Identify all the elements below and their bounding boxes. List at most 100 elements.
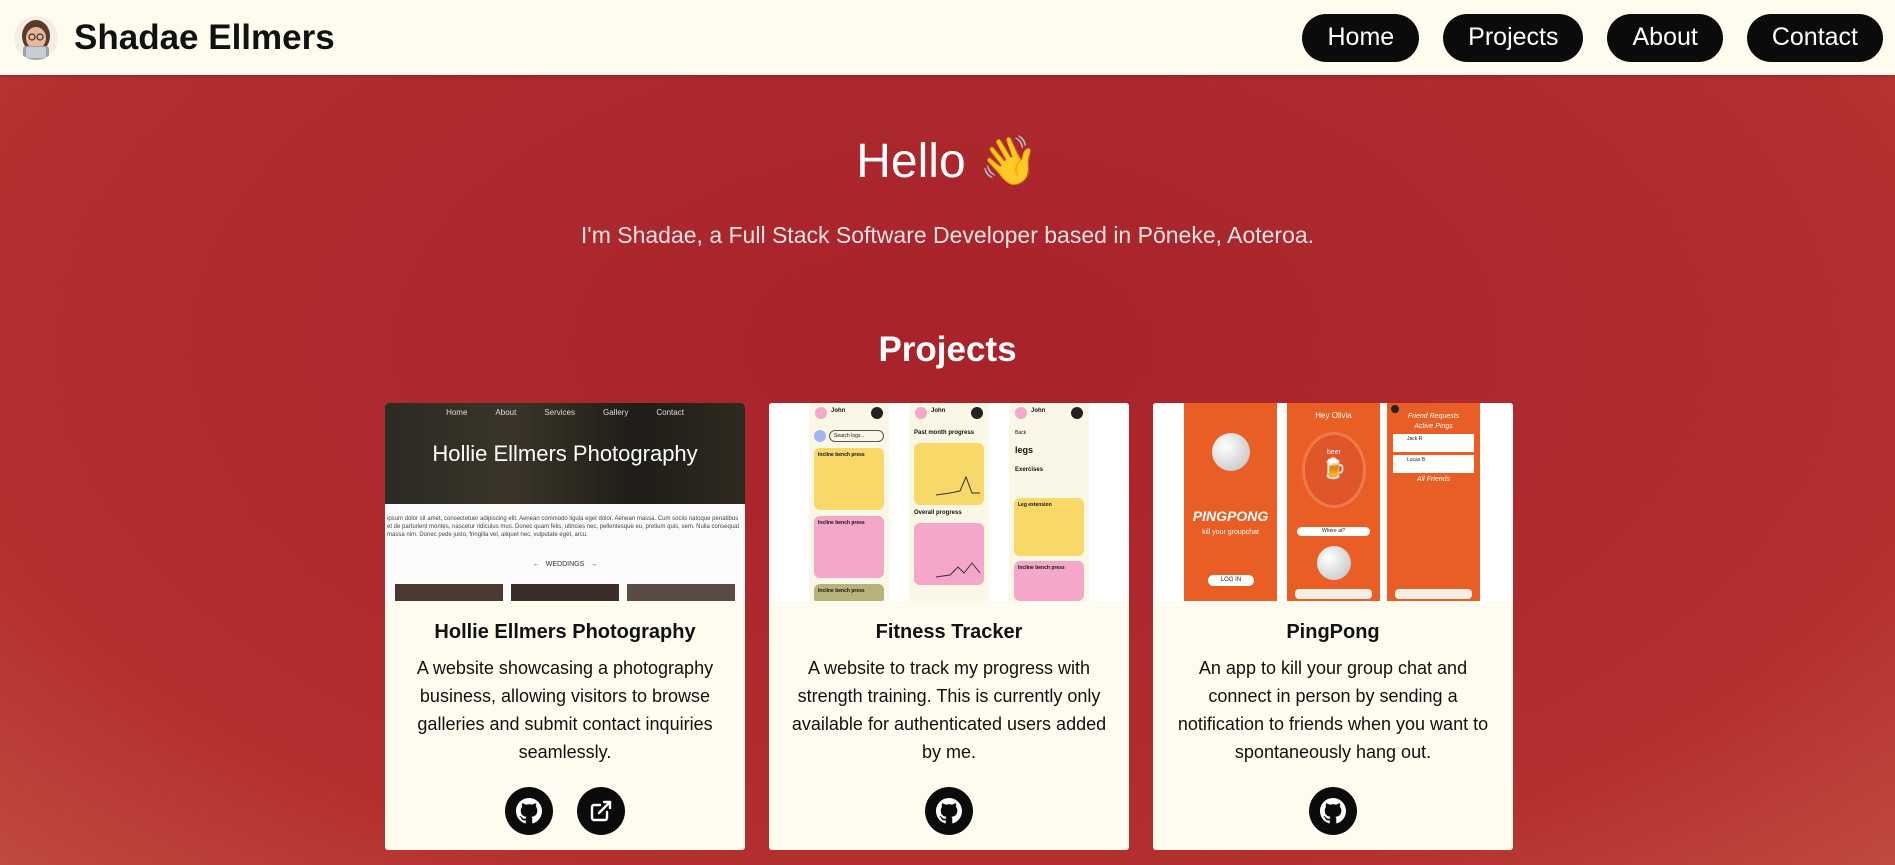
avatar (14, 15, 58, 60)
preview-all-friends: All Friends (1416, 476, 1451, 483)
preview-exercise-title: Incline bench press (1018, 565, 1065, 571)
github-link-button[interactable] (1309, 787, 1357, 835)
project-links (1153, 787, 1513, 835)
preview-carousel-text: WEDDINGS (545, 561, 585, 568)
project-preview-fitness: John Search logs... Incline bench press … (769, 403, 1129, 601)
preview-nav-item: Contact (656, 408, 684, 417)
nav-projects-button[interactable]: Projects (1443, 13, 1584, 62)
profile-icon (1391, 405, 1399, 413)
preview-where-input: Where at? (1297, 527, 1370, 536)
arrow-right-icon: → (590, 561, 598, 568)
add-icon (814, 430, 826, 442)
beer-icon: 🍺 (1321, 458, 1347, 480)
hero-title: Hello 👋 (856, 135, 1039, 188)
menu-icon (871, 407, 883, 419)
nav-about-button[interactable]: About (1607, 13, 1723, 62)
preview-nav-item: About (495, 408, 517, 417)
preview-nav-item: Home (446, 408, 468, 417)
preview-user: John (831, 408, 846, 414)
external-link-icon (590, 800, 612, 822)
preview-section-title: Overall progress (914, 510, 962, 516)
github-link-button[interactable] (505, 787, 553, 835)
ball-icon (1317, 546, 1351, 580)
avatar-icon (915, 407, 927, 419)
preview-log-card: Incline bench press (814, 448, 884, 510)
hero-subtitle: I'm Shadae, a Full Stack Software Develo… (580, 222, 1315, 248)
preview-user: John (931, 408, 946, 414)
arrow-left-icon: ← (532, 561, 540, 568)
preview-chart-card (914, 523, 984, 585)
project-title: Fitness Tracker (875, 621, 1023, 643)
ball-icon (1212, 433, 1250, 471)
preview-tagline: kill your groupchat (1202, 529, 1259, 536)
preview-section-title: Exercises (1015, 467, 1044, 473)
preview-thumbnail (511, 584, 619, 601)
nav-contact-button[interactable]: Contact (1746, 13, 1883, 62)
menu-icon (1071, 407, 1083, 419)
github-link-button[interactable] (925, 787, 973, 835)
preview-ping-item: Lucas B (1393, 455, 1474, 473)
project-description: An app to kill your group chat and conne… (1177, 658, 1489, 762)
preview-tab-bar (1395, 589, 1472, 599)
brand[interactable]: Shadae Ellmers (14, 15, 335, 60)
preview-section-title: Past month progress (914, 430, 975, 436)
preview-search: Search logs... (829, 430, 884, 442)
preview-heading: Hollie Ellmers Photography (432, 441, 698, 466)
preview-thumbnail (395, 584, 503, 601)
preview-body-text: ipsum dolor sit amet, consectetuer adipi… (387, 516, 740, 538)
external-link-button[interactable] (577, 787, 625, 835)
preview-logo: PINGPONG (1192, 508, 1269, 524)
preview-active-pings: Active Pings (1414, 423, 1453, 430)
project-title: PingPong (1286, 621, 1380, 643)
preview-screen-progress: John Past month progress Overall progres… (909, 403, 989, 601)
preview-greeting: Hey Olivia (1315, 411, 1352, 420)
preview-drink: beer (1326, 449, 1341, 456)
project-preview-pingpong: PINGPONG kill your groupchat LOG IN Hey … (1153, 403, 1513, 601)
preview-thumbnail (627, 584, 735, 601)
preview-line-chart (935, 562, 981, 578)
preview-nav: Home About Services Gallery Contact (385, 408, 745, 417)
preview-log-title: Incline bench press (818, 520, 865, 526)
preview-screen-ping: Hey Olivia beer 🍺 Where at? (1287, 403, 1380, 601)
github-icon (1320, 798, 1346, 824)
preview-line-chart (935, 475, 980, 496)
preview-chart-card (914, 443, 984, 505)
preview-login-button: LOG IN (1208, 575, 1254, 586)
preview-thumbnails (395, 584, 735, 601)
github-icon (516, 798, 542, 824)
preview-screen-login: PINGPONG kill your groupchat LOG IN (1184, 403, 1277, 601)
preview-ping-item: Jack R (1393, 434, 1474, 452)
project-card-fitness: John Search logs... Incline bench press … (769, 403, 1129, 850)
avatar-icon (1015, 407, 1027, 419)
menu-icon (971, 407, 983, 419)
project-title: Hollie Ellmers Photography (434, 621, 696, 643)
github-icon (936, 798, 962, 824)
preview-drink-circle: beer 🍺 (1305, 435, 1363, 505)
project-links (385, 787, 745, 835)
preview-log-title: Incline bench press (818, 588, 865, 594)
project-description: A website showcasing a photography busin… (416, 658, 714, 762)
project-description: A website to track my progress with stre… (791, 658, 1107, 762)
project-card-pingpong: PINGPONG kill your groupchat LOG IN Hey … (1153, 403, 1513, 850)
avatar-icon (815, 407, 827, 419)
preview-log-card: Incline bench press (814, 516, 884, 578)
preview-nav-item: Services (544, 408, 575, 417)
preview-screen-logs: John Search logs... Incline bench press … (809, 403, 889, 601)
preview-log-card: Incline bench press (814, 584, 884, 601)
brand-name: Shadae Ellmers (74, 17, 335, 57)
project-preview-hollie: Home About Services Gallery Contact Holl… (385, 403, 745, 601)
preview-log-title: Incline bench press (818, 452, 865, 458)
preview-exercise-card: Incline bench press (1014, 561, 1084, 601)
preview-exercise-title: Leg extension (1018, 502, 1052, 508)
project-card-hollie: Home About Services Gallery Contact Holl… (385, 403, 745, 850)
preview-screen-friends: Friend Requests Active Pings Jack R Luca… (1387, 403, 1480, 601)
nav-home-button[interactable]: Home (1302, 13, 1420, 62)
preview-user: John (1031, 408, 1046, 414)
preview-carousel-label: ← WEDDINGS → (385, 561, 745, 568)
projects-heading: Projects (878, 330, 1017, 369)
preview-friend-requests: Friend Requests (1407, 413, 1460, 420)
preview-title: legs (1015, 445, 1034, 455)
preview-nav-item: Gallery (603, 408, 629, 417)
site-header: Shadae Ellmers Home Projects About Conta… (0, 0, 1895, 75)
project-links (769, 787, 1129, 835)
